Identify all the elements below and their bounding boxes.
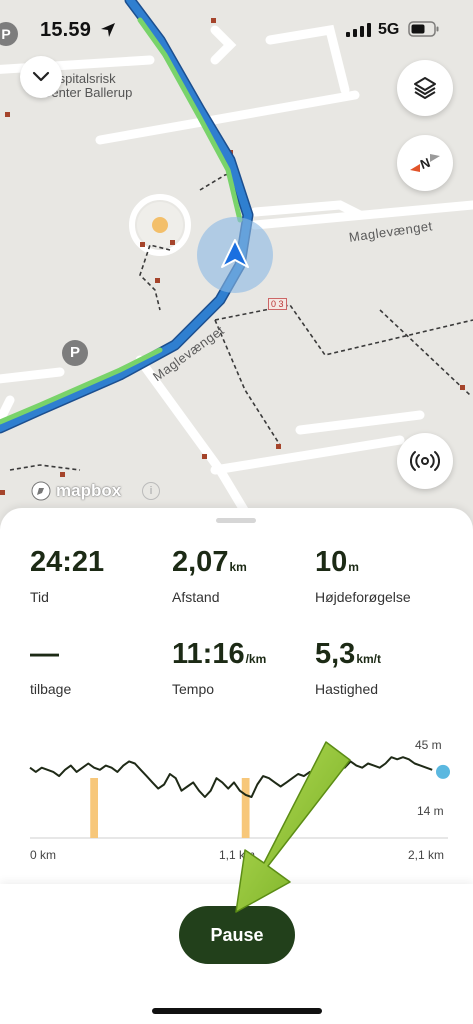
stat-speed-unit: km/t	[356, 652, 382, 666]
x-tick-mid: 1,1 km	[219, 848, 256, 862]
cellular-signal-icon	[346, 23, 371, 37]
location-services-icon	[101, 23, 115, 37]
stat-elevation-value: 10	[315, 546, 348, 578]
stat-time: 24:21 Tid	[30, 546, 105, 605]
broadcast-icon	[410, 451, 440, 471]
current-position-point	[436, 764, 450, 779]
collapse-button[interactable]	[20, 56, 62, 98]
current-location-icon	[221, 239, 249, 268]
battery-icon	[408, 21, 439, 37]
map-view[interactable]: Hospitalsrisk Center Ballerup Maglevænge…	[0, 0, 473, 540]
stat-elevation-gain: 10m Højdeforøgelse	[315, 546, 411, 605]
mapbox-attribution[interactable]: mapbox	[30, 480, 121, 502]
pause-button[interactable]: Pause	[179, 906, 295, 964]
x-tick-start: 0 km	[30, 848, 57, 862]
network-type: 5G	[378, 21, 400, 38]
stat-remaining-label: tilbage	[30, 681, 72, 697]
stat-remaining: — tilbage	[30, 638, 71, 697]
stat-pace-label: Tempo	[172, 681, 215, 697]
stat-distance-value: 2,07	[172, 546, 229, 578]
y-tick-max: 45 m	[415, 738, 442, 752]
chevron-down-icon	[32, 71, 50, 82]
elevation-chart[interactable]: 45 m 14 m 0 km 1,1 km 2,1 km	[0, 728, 473, 868]
stat-speed-label: Hastighed	[315, 681, 379, 697]
chart-highlight-bar-1	[241, 778, 250, 838]
stat-distance: 2,07km Afstand	[172, 546, 247, 605]
status-time: 15.59	[40, 19, 92, 41]
home-indicator[interactable]	[152, 1008, 322, 1014]
stat-pace-unit: /km	[245, 652, 267, 666]
y-tick-min: 14 m	[417, 804, 444, 818]
stat-distance-label: Afstand	[172, 589, 220, 605]
x-tick-end: 2,1 km	[408, 848, 445, 862]
compass-button[interactable]: N	[397, 135, 453, 191]
stat-speed-value: 5,3	[315, 638, 356, 670]
stat-time-label: Tid	[30, 589, 49, 605]
chart-highlight-bar-0	[90, 778, 98, 838]
info-icon[interactable]: i	[142, 482, 160, 500]
stat-remaining-value: —	[30, 638, 59, 670]
route-marker-label: 0 3	[268, 298, 287, 310]
stat-time-value: 24:21	[30, 546, 105, 578]
stat-elevation-label: Højdeforøgelse	[315, 589, 411, 605]
sheet-handle[interactable]	[216, 518, 256, 523]
stat-pace-value: 11:16	[172, 638, 245, 670]
map-layers-button[interactable]	[397, 60, 453, 116]
compass-icon: N	[410, 154, 440, 172]
stat-elevation-unit: m	[348, 560, 359, 574]
stat-pace: 11:16/km Tempo	[172, 638, 266, 697]
layers-icon	[414, 77, 436, 99]
parking-icon: P	[62, 340, 88, 366]
elevation-chart-svg	[29, 756, 450, 839]
stat-speed: 5,3km/t Hastighed	[315, 638, 381, 697]
live-share-button[interactable]	[397, 433, 453, 489]
stat-distance-unit: km	[229, 560, 247, 574]
mapbox-label: mapbox	[56, 481, 122, 500]
status-bar: 15.59 5G	[0, 0, 473, 60]
mapbox-logo-icon	[31, 481, 51, 501]
